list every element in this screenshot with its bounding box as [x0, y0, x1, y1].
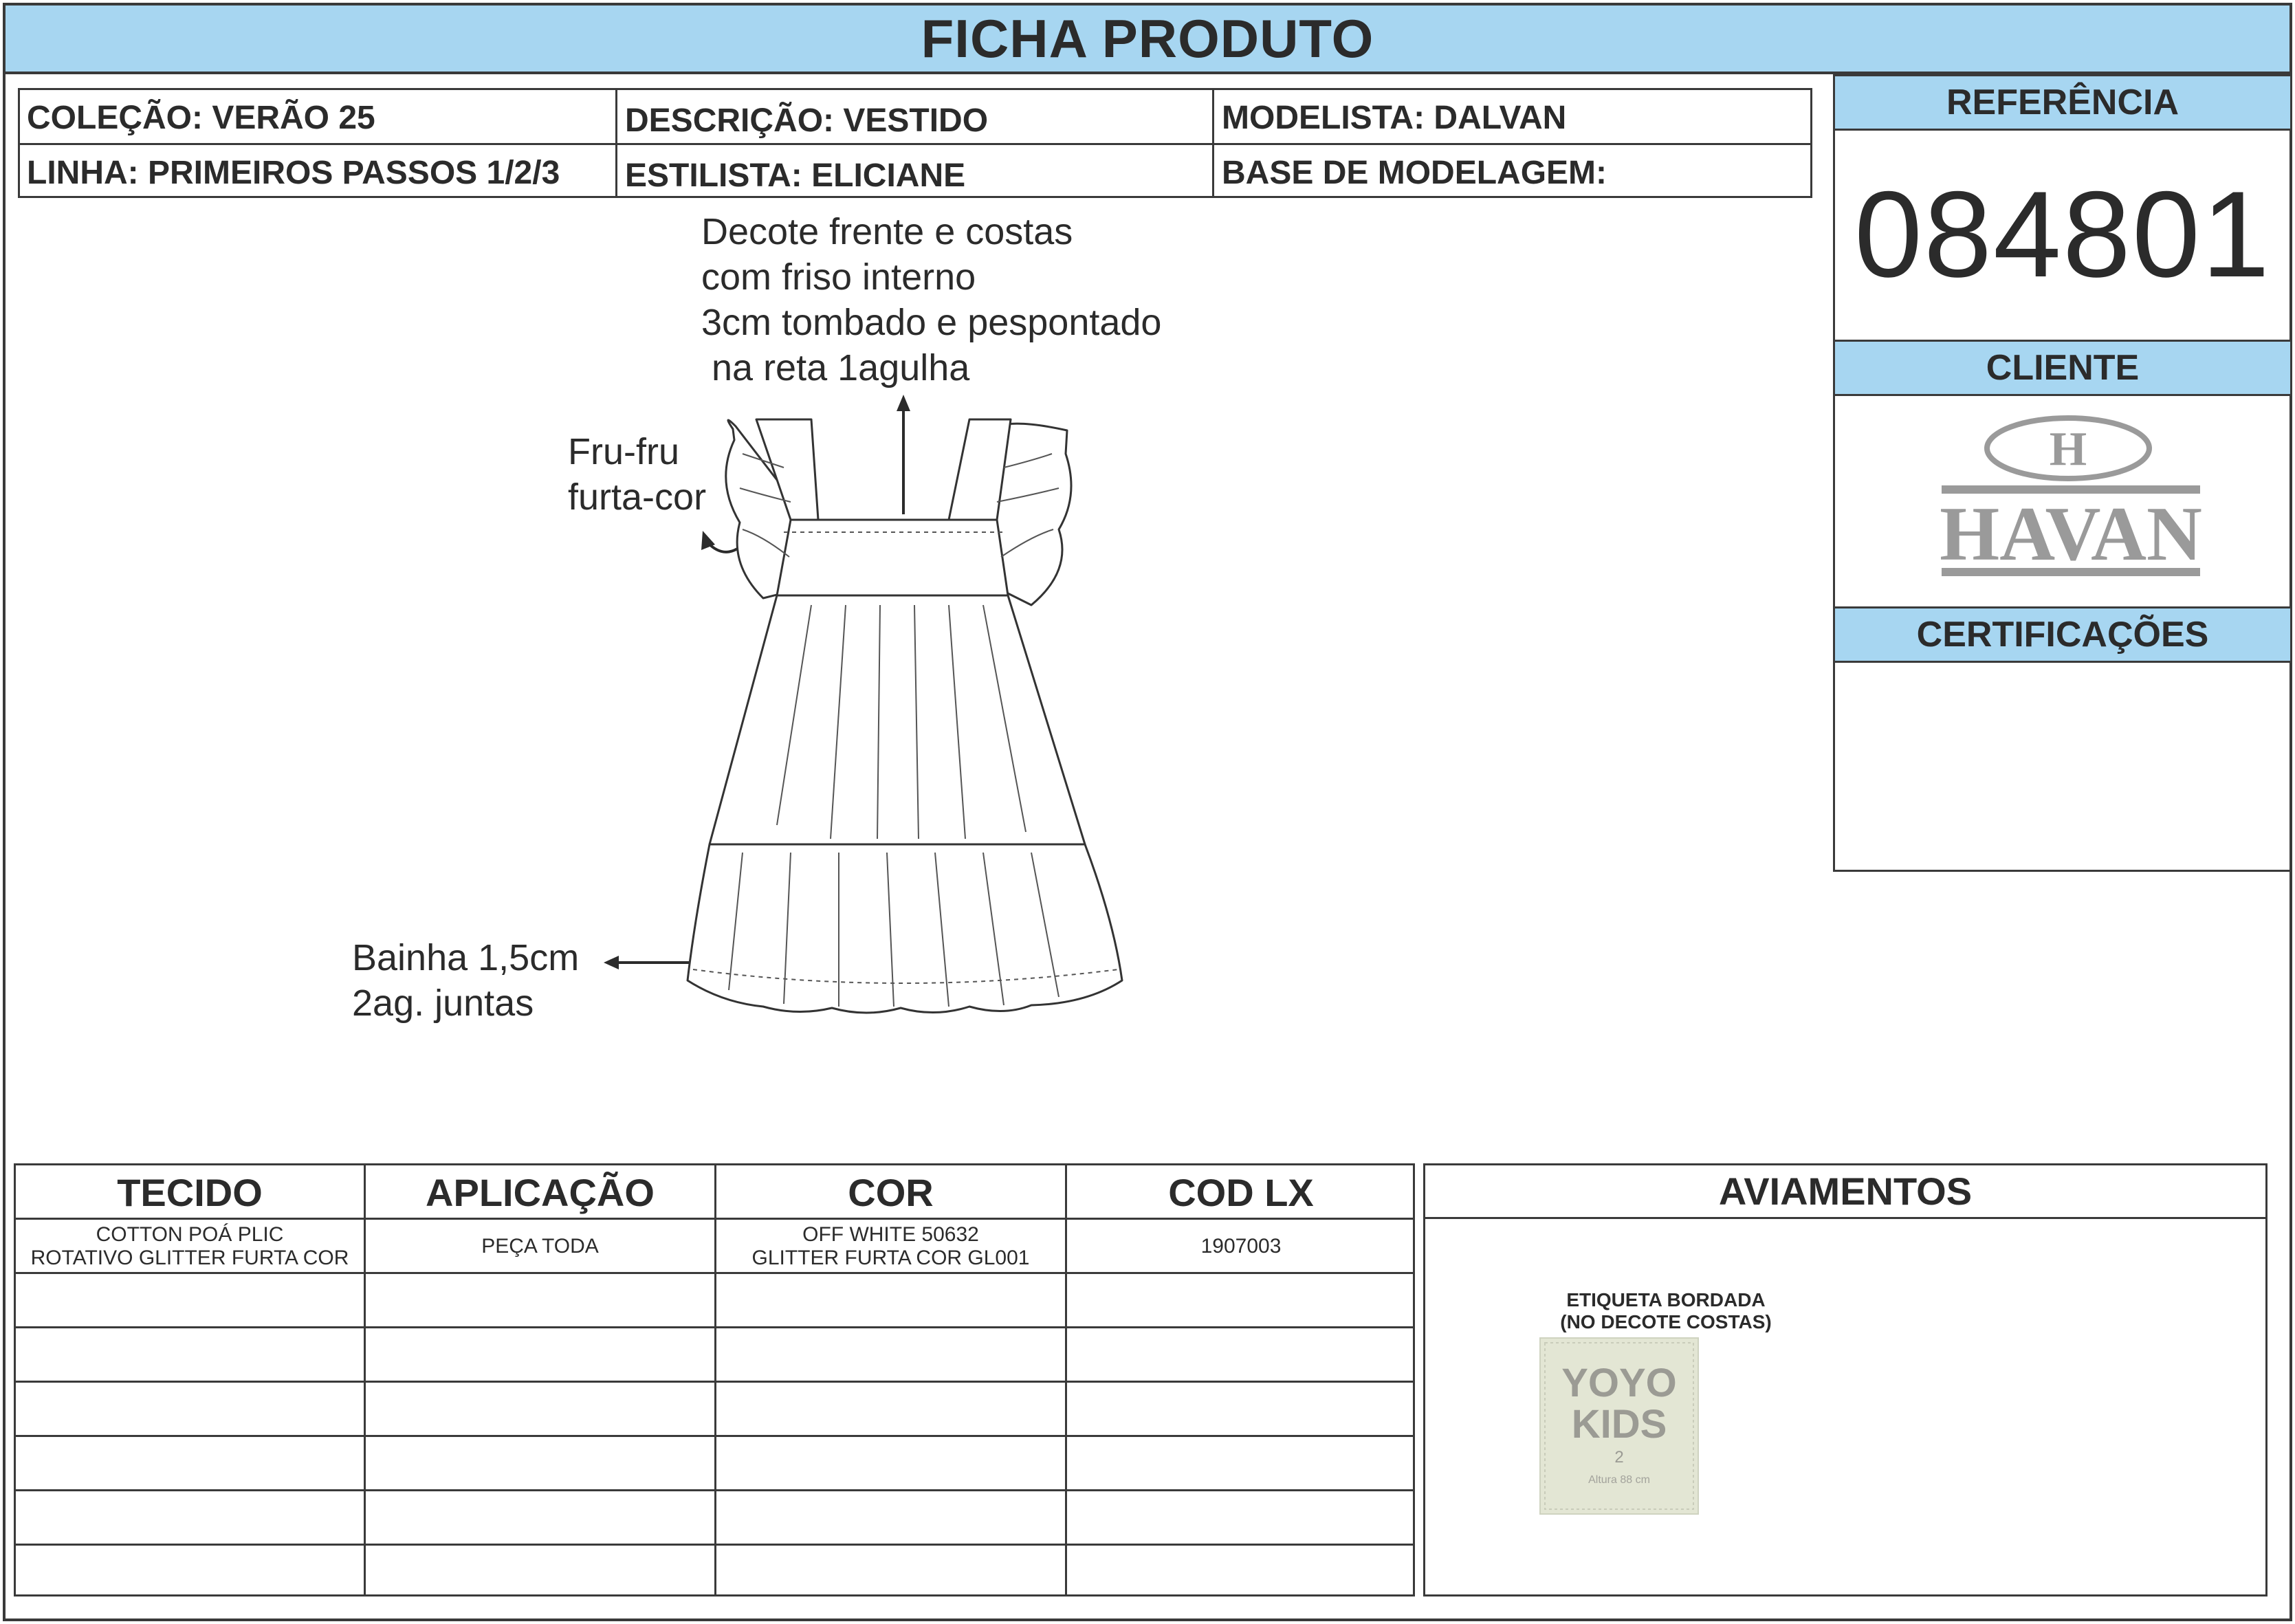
header-cod-lx: COD LX — [1168, 1170, 1314, 1214]
aviamentos-header: AVIAMENTOS — [1425, 1165, 2265, 1219]
cell-tecido: COTTON POÁ PLIC ROTATIVO GLITTER FURTA C… — [30, 1223, 349, 1269]
header-cor: COR — [848, 1170, 934, 1214]
woven-label-image: YOYO KIDS 2 Altura 88 cm — [1539, 1337, 1699, 1515]
header-tecido: TECIDO — [117, 1170, 263, 1214]
cell-cod-lx: 1907003 — [1200, 1235, 1282, 1258]
dress-drawing — [686, 418, 1123, 1014]
label-caption: ETIQUETA BORDADA (NO DECOTE COSTAS) — [1560, 1289, 1772, 1332]
cell-aplicacao: PEÇA TODA — [481, 1235, 599, 1258]
label-height: Altura 88 cm — [1588, 1474, 1650, 1486]
table-row-divider — [16, 1326, 1413, 1328]
dress-sketch — [674, 399, 1141, 1018]
aviamentos-panel: AVIAMENTOS ETIQUETA BORDADA (NO DECOTE C… — [1423, 1163, 2267, 1596]
table-row-divider — [16, 1544, 1413, 1546]
materials-table: TECIDO APLICAÇÃO COR COD LX COTTON POÁ P… — [14, 1163, 1415, 1596]
label-size: 2 — [1614, 1448, 1623, 1467]
table-row-divider — [16, 1435, 1413, 1437]
label-brand-1: YOYO — [1561, 1361, 1677, 1405]
table-row-divider — [16, 1381, 1413, 1383]
cell-cor: OFF WHITE 50632 GLITTER FURTA COR GL001 — [751, 1223, 1030, 1269]
label-brand-2: KIDS — [1572, 1402, 1667, 1447]
header-aplicacao: APLICAÇÃO — [426, 1170, 655, 1214]
table-row-divider — [16, 1489, 1413, 1491]
